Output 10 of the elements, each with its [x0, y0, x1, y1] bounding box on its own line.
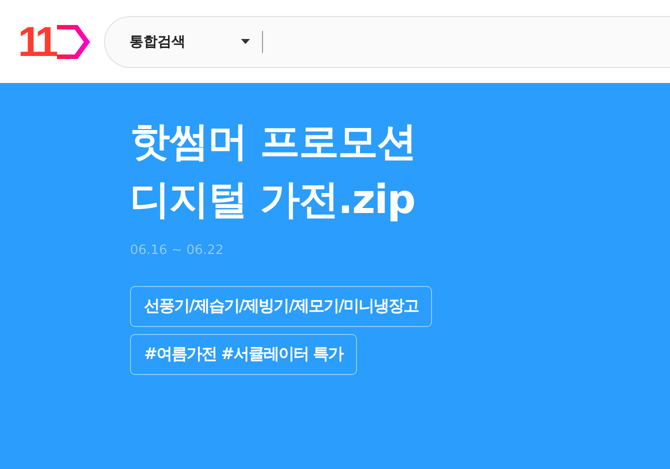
promo-period: 06.16 ~ 06.22	[130, 243, 225, 258]
category-tag[interactable]: #여름가전 #서큘레이터 특가	[130, 334, 357, 375]
category-tag[interactable]: 선풍기/제습기/제빙기/제모기/미니냉장고	[130, 286, 432, 327]
search-scope-dropdown[interactable]: 통합검색	[129, 32, 242, 50]
logo-text[interactable]: 11	[18, 20, 54, 62]
search-field[interactable]: 통합검색	[104, 16, 670, 68]
promo-banner[interactable]: 핫썸머 프로모션 디지털 가전.zip 06.16 ~ 06.22 선풍기/제습기/제빙기/제모기/미니냉장고 #여름가전 #서큘레이터 특가	[0, 83, 670, 375]
banner-title: 디지털 가전.zip	[130, 176, 415, 225]
banner-title: 핫썸머 프로모션	[130, 118, 416, 167]
caret-icon	[241, 39, 250, 44]
